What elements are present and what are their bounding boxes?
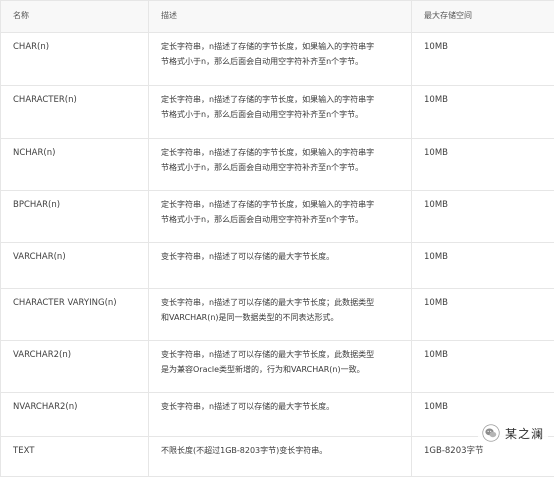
table-row: CHARACTER VARYING(n) 变长字符串，n描述了可以存储的最大字节… <box>1 289 554 341</box>
type-name: BPCHAR(n) <box>1 191 149 243</box>
type-name: TEXT <box>1 437 149 477</box>
table-row: VARCHAR(n) 变长字符串，n描述了可以存储的最大字节长度。 10MB <box>1 243 554 289</box>
type-name: CHARACTER VARYING(n) <box>1 289 149 341</box>
description-line: 变长字符串，n描述了可以存储的最大字节长度。 <box>161 250 401 265</box>
type-description: 变长字符串，n描述了可以存储的最大字节长度。 <box>149 243 412 289</box>
type-name: VARCHAR(n) <box>1 243 149 289</box>
table-row: CHAR(n) 定长字符串，n描述了存储的字节长度，如果输入的字符串字 节格式小… <box>1 33 554 86</box>
wechat-logo-icon <box>482 424 500 442</box>
description-line: 变长字符串，n描述了可以存储的最大字节长度；此数据类型 <box>161 296 401 311</box>
type-description: 定长字符串，n描述了存储的字节长度，如果输入的字符串字 节格式小于n，那么后面会… <box>149 191 412 243</box>
table-row: NVARCHAR2(n) 变长字符串，n描述了可以存储的最大字节长度。 10MB <box>1 393 554 437</box>
type-name: CHARACTER(n) <box>1 86 149 139</box>
max-size: 10MB <box>412 139 554 191</box>
description-line: 定长字符串，n描述了存储的字节长度，如果输入的字符串字 <box>161 198 401 213</box>
type-name: CHAR(n) <box>1 33 149 86</box>
table-row: NCHAR(n) 定长字符串，n描述了存储的字节长度，如果输入的字符串字 节格式… <box>1 139 554 191</box>
type-description: 定长字符串，n描述了存储的字节长度，如果输入的字符串字 节格式小于n，那么后面会… <box>149 33 412 86</box>
watermark-text: 某之澜 <box>505 425 544 442</box>
header-description: 描述 <box>149 1 412 33</box>
type-name: NCHAR(n) <box>1 139 149 191</box>
type-name: VARCHAR2(n) <box>1 341 149 393</box>
description-line: 是为兼容Oracle类型新增的，行为和VARCHAR(n)一致。 <box>161 363 401 378</box>
type-description: 定长字符串，n描述了存储的字节长度，如果输入的字符串字 节格式小于n，那么后面会… <box>149 139 412 191</box>
description-line: 变长字符串，n描述了可以存储的最大字节长度。 <box>161 400 401 415</box>
description-line: 节格式小于n，那么后面会自动用空字符补齐至n个字节。 <box>161 108 401 123</box>
type-description: 变长字符串，n描述了可以存储的最大字节长度，此数据类型 是为兼容Oracle类型… <box>149 341 412 393</box>
type-description: 变长字符串，n描述了可以存储的最大字节长度。 <box>149 393 412 437</box>
header-name: 名称 <box>1 1 149 33</box>
max-size: 10MB <box>412 243 554 289</box>
description-line: 定长字符串，n描述了存储的字节长度，如果输入的字符串字 <box>161 40 401 55</box>
description-line: 定长字符串，n描述了存储的字节长度，如果输入的字符串字 <box>161 146 401 161</box>
max-size: 10MB <box>412 341 554 393</box>
description-line: 变长字符串，n描述了可以存储的最大字节长度，此数据类型 <box>161 348 401 363</box>
table-row: VARCHAR2(n) 变长字符串，n描述了可以存储的最大字节长度，此数据类型 … <box>1 341 554 393</box>
data-types-table: 名称 描述 最大存储空间 CHAR(n) 定长字符串，n描述了存储的字节长度，如… <box>0 0 554 477</box>
type-description: 变长字符串，n描述了可以存储的最大字节长度；此数据类型 和VARCHAR(n)是… <box>149 289 412 341</box>
max-size: 10MB <box>412 191 554 243</box>
table-row: TEXT 不限长度(不超过1GB-8203字节)变长字符串。 1GB-8203字… <box>1 437 554 477</box>
max-size: 10MB <box>412 33 554 86</box>
description-line: 节格式小于n，那么后面会自动用空字符补齐至n个字节。 <box>161 55 401 70</box>
max-size: 10MB <box>412 289 554 341</box>
table-header-row: 名称 描述 最大存储空间 <box>1 1 554 33</box>
watermark: 某之澜 <box>478 422 548 444</box>
type-description: 定长字符串，n描述了存储的字节长度，如果输入的字符串字 节格式小于n，那么后面会… <box>149 86 412 139</box>
type-description: 不限长度(不超过1GB-8203字节)变长字符串。 <box>149 437 412 477</box>
table-row: BPCHAR(n) 定长字符串，n描述了存储的字节长度，如果输入的字符串字 节格… <box>1 191 554 243</box>
table-row: CHARACTER(n) 定长字符串，n描述了存储的字节长度，如果输入的字符串字… <box>1 86 554 139</box>
max-size: 10MB <box>412 86 554 139</box>
type-name: NVARCHAR2(n) <box>1 393 149 437</box>
description-line: 定长字符串，n描述了存储的字节长度，如果输入的字符串字 <box>161 93 401 108</box>
description-line: 节格式小于n，那么后面会自动用空字符补齐至n个字节。 <box>161 161 401 176</box>
description-line: 不限长度(不超过1GB-8203字节)变长字符串。 <box>161 444 401 459</box>
header-max-storage: 最大存储空间 <box>412 1 554 33</box>
description-line: 节格式小于n，那么后面会自动用空字符补齐至n个字节。 <box>161 213 401 228</box>
description-line: 和VARCHAR(n)是同一数据类型的不同表达形式。 <box>161 311 401 326</box>
